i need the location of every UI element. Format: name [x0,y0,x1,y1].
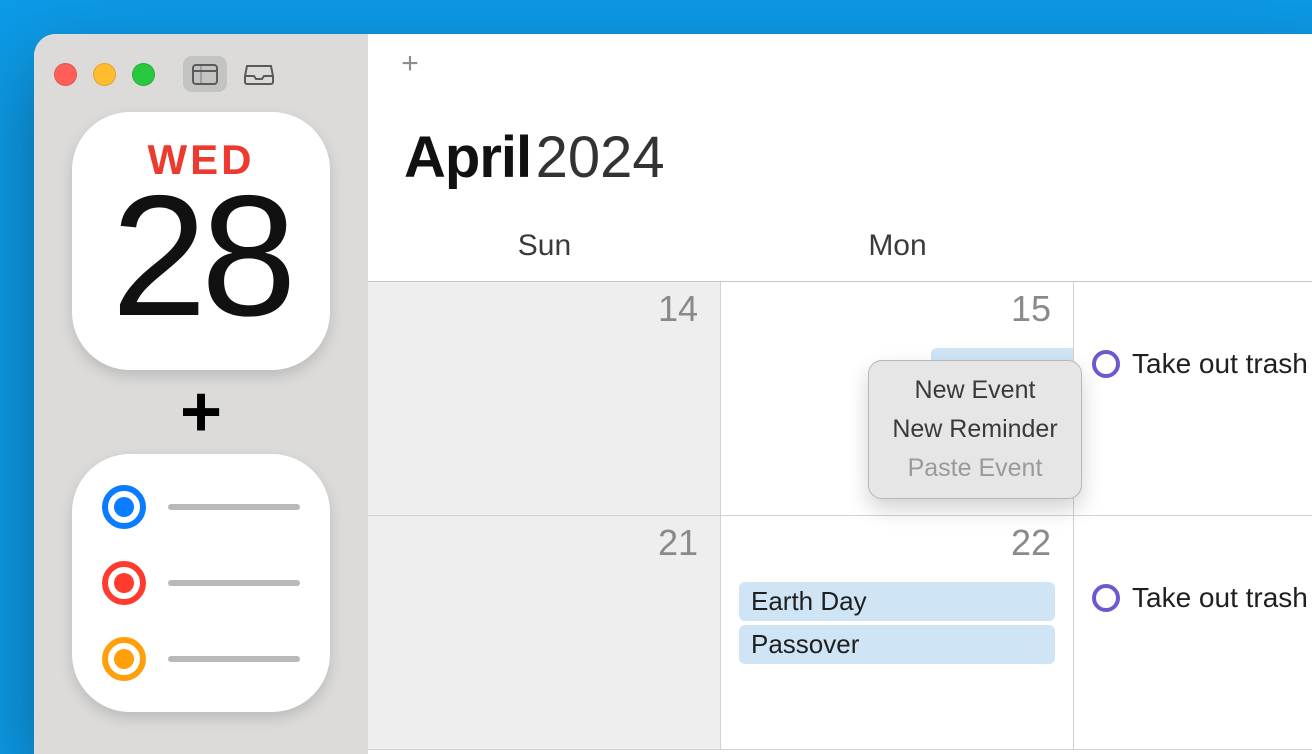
line-icon [168,504,300,510]
reminders-app-icon [72,454,330,712]
weekday-row: Sun Mon [368,217,1312,282]
app-window: WED 28 + [34,34,1312,754]
day-cell[interactable]: 21 [368,516,721,750]
plus-icon: + [401,47,419,81]
inbox-icon [244,63,274,85]
year-label: 2024 [536,125,665,190]
traffic-lights [54,63,155,86]
bullet-icon [102,637,146,681]
event-label: Earth Day [751,586,867,616]
day-cell[interactable]: Take out trash [1074,282,1312,516]
weekday-sun: Sun [368,217,721,281]
weekday-tue [1074,217,1312,281]
sidebar-illustration: WED 28 + [34,112,368,754]
minimize-window-button[interactable] [93,63,116,86]
bullet-icon [102,485,146,529]
fullscreen-window-button[interactable] [132,63,155,86]
reminders-icon-row [102,561,300,605]
day-number: 22 [1011,522,1051,564]
weekday-mon: Mon [721,217,1074,281]
week-row: 21 22 Earth Day Passover Take out trash [368,516,1312,750]
reminder-label: Take out trash [1132,582,1308,614]
add-event-button[interactable]: + [392,46,428,82]
reminder-circle-icon[interactable] [1092,584,1120,612]
calendar-grid[interactable]: 14 15 Take out trash 21 [368,282,1312,754]
day-cell[interactable]: 14 [368,282,721,516]
reminder-circle-icon[interactable] [1092,350,1120,378]
month-header: April 2024 [368,94,1312,217]
reminder-label: Take out trash [1132,348,1308,380]
titlebar [34,48,368,112]
calendar-app-icon: WED 28 [72,112,330,370]
week-row: 14 15 Take out trash [368,282,1312,516]
context-menu: New Event New Reminder Paste Event [868,360,1082,499]
day-number: 21 [658,522,698,564]
calendar-icon [192,63,218,85]
event-block[interactable]: Earth Day [739,582,1055,621]
menu-item-paste-event: Paste Event [869,449,1081,488]
line-icon [168,656,300,662]
event-block[interactable]: Passover [739,625,1055,664]
line-icon [168,580,300,586]
bullet-icon [102,561,146,605]
reminder-item[interactable]: Take out trash [1092,582,1312,614]
close-window-button[interactable] [54,63,77,86]
day-cell[interactable]: 22 Earth Day Passover [721,516,1074,750]
plus-icon: + [180,376,222,448]
sidebar: WED 28 + [34,34,368,754]
calendars-toggle-button[interactable] [183,56,227,92]
reminder-item[interactable]: Take out trash [1092,348,1312,380]
menu-item-new-reminder[interactable]: New Reminder [869,410,1081,449]
day-cell[interactable]: Take out trash [1074,516,1312,750]
calendar-main: + April 2024 Sun Mon 14 15 [368,34,1312,754]
inbox-button[interactable] [237,56,281,92]
menu-item-new-event[interactable]: New Event [869,371,1081,410]
toolbar: + [368,34,1312,94]
month-label: April [404,125,531,190]
reminders-icon-row [102,637,300,681]
day-number: 15 [1011,288,1051,330]
calendar-icon-day: 28 [111,170,290,342]
reminders-icon-row [102,485,300,529]
event-label: Passover [751,629,859,659]
day-number: 14 [658,288,698,330]
